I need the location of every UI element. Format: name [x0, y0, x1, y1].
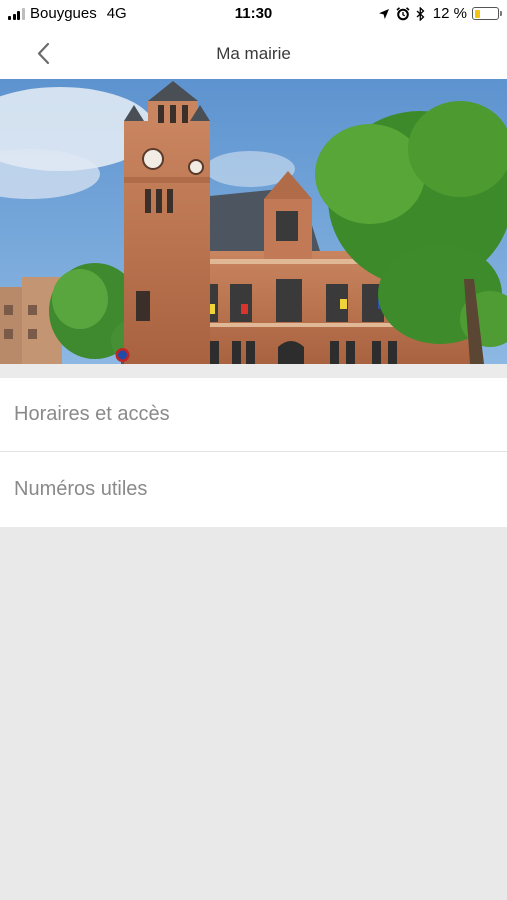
- town-hall-photo: [0, 79, 507, 364]
- nav-bar: Ma mairie: [0, 28, 507, 79]
- menu-item-label: Horaires et accès: [14, 403, 170, 425]
- status-bar-right: 12 %: [372, 5, 502, 22]
- battery-fill: [474, 9, 480, 18]
- menu-item-label: Numéros utiles: [14, 478, 148, 500]
- menu-item-horaires[interactable]: Horaires et accès: [0, 378, 507, 452]
- bluetooth-icon: [416, 6, 425, 21]
- alarm-icon: [396, 6, 410, 21]
- status-bar: Bouygues 4G 11:30 12 %: [0, 0, 507, 28]
- battery-percent: 12 %: [432, 5, 467, 22]
- page-title: Ma mairie: [216, 44, 291, 63]
- section-separator: [0, 364, 507, 378]
- battery-icon: [472, 7, 502, 20]
- location-arrow-icon: [378, 8, 390, 20]
- menu-item-numeros[interactable]: Numéros utiles: [0, 452, 507, 527]
- menu-list: Horaires et accès Numéros utiles: [0, 378, 507, 527]
